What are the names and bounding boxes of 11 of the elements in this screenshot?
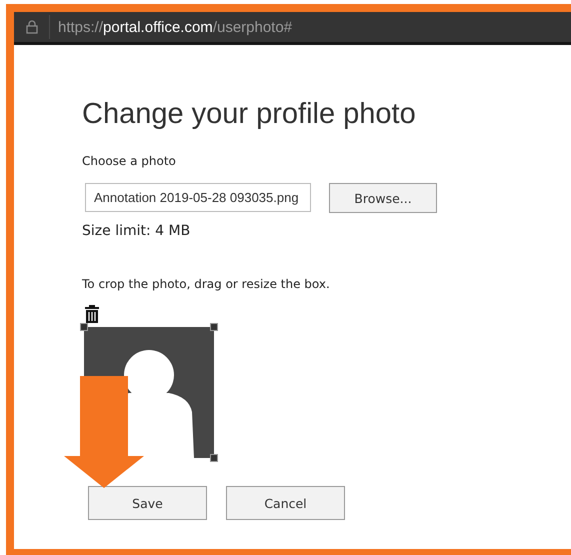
choose-label: Choose a photo <box>82 154 177 168</box>
url-text[interactable]: https://portal.office.com/userphoto# <box>58 18 292 36</box>
file-field[interactable]: Annotation 2019-05-28 093035.png <box>85 183 311 212</box>
trash-icon[interactable] <box>84 305 100 323</box>
crop-hint: To crop the photo, drag or resize the box. <box>82 277 331 291</box>
browse-button[interactable]: Browse... <box>329 183 437 213</box>
lock-icon <box>26 20 38 34</box>
save-button[interactable]: Save <box>88 486 207 520</box>
size-limit-text: Size limit: 4 MB <box>82 223 192 239</box>
page-title: Change your profile photo <box>82 98 417 131</box>
cancel-button[interactable]: Cancel <box>226 486 345 520</box>
